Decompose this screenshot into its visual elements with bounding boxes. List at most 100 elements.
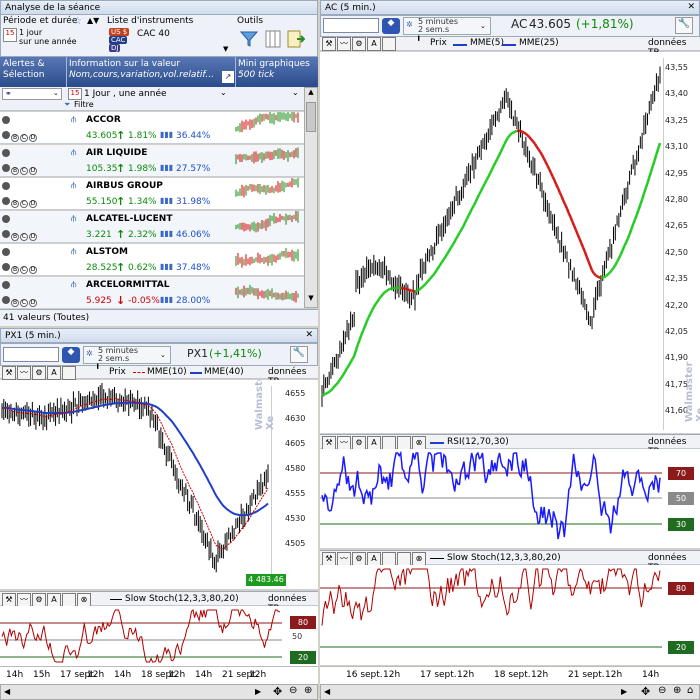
instrument-name[interactable]: AIRBUS GROUP <box>86 181 163 191</box>
table-row[interactable]: BCD ⫛ ACCOR 43.605 ↑ 1.81% ▮▮▮ 36.44% <box>0 112 304 144</box>
instrument-name[interactable]: AIR LIQUIDE <box>86 148 147 158</box>
cube-icon[interactable]: ◆ <box>382 18 400 34</box>
ema-segment <box>556 187 562 194</box>
abcd-icons[interactable]: BCD <box>2 164 38 175</box>
filter-icon[interactable]: ⏷ <box>64 100 70 110</box>
alerts-column-header[interactable]: Alertes & Sélection <box>3 59 45 81</box>
abcd-icons[interactable]: BCD <box>2 263 38 274</box>
scroll-left-icon[interactable]: ◀ <box>4 687 10 696</box>
ac-price-chart[interactable]: 43,55 43,40 43,25 43,10 42,95 42,80 42,65 42,50… <box>320 52 700 433</box>
alert-icons[interactable] <box>2 248 11 259</box>
chart-icon[interactable]: ⫛ <box>71 115 76 125</box>
mini-chart[interactable] <box>234 277 304 308</box>
zoom-in-icon[interactable]: ⊕ <box>304 685 312 696</box>
px1-tool-icons[interactable]: ⚒ 〰 ⚙ A <box>2 366 77 380</box>
ac-rsi-chart[interactable]: 70 50 30 <box>320 449 700 548</box>
ac-interval-dropdown[interactable]: ✲ 5 minutes 2 sem.s ⌄ <box>403 17 491 35</box>
ac-rsi-tool-icons[interactable]: ⚒ 〰 ⚙ A ⊗ <box>322 436 427 450</box>
px1-scrollbar[interactable]: ◀ ▶ ✥ ⊖ ⊕ <box>0 684 318 700</box>
px1-stoch-label: Slow Stoch(12,3,3,80,20) <box>125 594 239 604</box>
mini-chart[interactable] <box>234 210 304 243</box>
chevron-down-icon[interactable]: ⌄ <box>220 88 227 97</box>
wrench-icon[interactable]: 🔧 <box>290 346 308 363</box>
calendar-icon[interactable]: 15 <box>3 28 17 42</box>
scroll-up-icon[interactable]: ▲ <box>305 88 317 100</box>
table-row[interactable]: BCD ⫛ ALSTOM 28.525 ↑ 0.62% ▮▮▮ 37.48% <box>0 244 304 276</box>
ac-tool-icons[interactable]: ⚒ 〰 ⚙ A <box>322 37 397 51</box>
star-icon[interactable]: ☆ <box>73 16 82 27</box>
cube-icon[interactable]: ◆ <box>62 347 80 363</box>
scroll-thumb[interactable] <box>306 102 316 132</box>
ema-segment <box>442 256 447 261</box>
ac-stoch-chart[interactable]: 80 20 <box>320 565 700 665</box>
chart-icon[interactable]: ⫛ <box>71 214 76 224</box>
list-scrollbar[interactable]: ▲ ▼ <box>304 87 318 308</box>
px1-stoch-chart[interactable]: 80 50 20 <box>0 606 318 666</box>
scroll-down-icon[interactable]: ▼ <box>305 294 317 306</box>
alert-icons[interactable] <box>2 281 11 292</box>
instrument-name[interactable]: ALCATEL-LUCENT <box>86 214 172 224</box>
px1-interval-dropdown[interactable]: ✲ 5 minutes 2 sem.s ⌄ <box>83 346 171 364</box>
table-row[interactable]: BCD ⫛ AIRBUS GROUP 55.150 ↑ 1.34% ▮▮▮ 31… <box>0 176 304 210</box>
chevron-down-icon[interactable]: ⌄ <box>292 88 299 97</box>
close-icon[interactable]: ✕ <box>687 1 695 13</box>
rsi-level-30: 30 <box>668 518 694 531</box>
mini-chart[interactable] <box>234 244 304 276</box>
info-column-header[interactable]: Information sur la valeur Nom,cours,vari… <box>69 59 214 81</box>
mini-chart[interactable] <box>234 112 304 144</box>
ac-symbol-input[interactable] <box>323 18 379 33</box>
funnel-icon[interactable] <box>239 29 259 52</box>
chart-icon[interactable]: ⫛ <box>71 247 76 257</box>
mini-chart[interactable] <box>234 145 304 177</box>
chart-icon[interactable]: ⫛ <box>71 280 76 290</box>
home-icon[interactable]: ⌂ <box>687 685 693 696</box>
instrument-name[interactable]: ARCELORMITTAL <box>86 280 169 290</box>
list-dropdown-icon[interactable]: ▼ <box>223 45 228 53</box>
period-value[interactable]: 1 jour sur une année <box>19 28 77 46</box>
chart-icon[interactable]: ⫛ <box>71 181 76 191</box>
scroll-right-icon[interactable]: ▶ <box>621 687 627 696</box>
abcd-icons[interactable]: BCD <box>2 197 38 208</box>
ema-segment <box>485 176 490 181</box>
export-icon[interactable] <box>287 29 306 52</box>
pan-icon[interactable]: ✥ <box>641 685 650 698</box>
ac-scrollbar[interactable]: ◀ ▶ ✥ ⊖ ⊕ ⌂ <box>320 684 700 700</box>
scroll-left-icon[interactable]: ◀ <box>324 687 330 696</box>
filter-label[interactable]: Filtre <box>74 100 94 109</box>
ac-stoch-tool-icons[interactable]: ⚒ 〰 ⚙ A ⊗ <box>322 552 427 566</box>
table-row[interactable]: BCD ⫛ AIR LIQUIDE 105.35 ↑ 1.98% ▮▮▮ 27.… <box>0 145 304 177</box>
columns-icon[interactable] <box>265 29 281 52</box>
chart-icon[interactable]: ⫛ <box>71 148 76 158</box>
zoom-in-icon[interactable]: ⊕ <box>673 685 681 696</box>
alert-filter-dropdown[interactable]: ⚭ ⌄ <box>2 88 62 100</box>
zoom-out-icon[interactable]: ⊖ <box>658 685 666 696</box>
px1-stoch-tool-icons[interactable]: ⚒ 〰 ⚙ A ⊗ <box>2 593 92 607</box>
alert-icons[interactable] <box>2 116 11 127</box>
close-icon[interactable]: ✕ <box>305 329 313 341</box>
zoom-out-icon[interactable]: ⊖ <box>289 685 297 696</box>
alert-icons[interactable] <box>2 182 11 193</box>
instrument-name[interactable]: ACCOR <box>86 115 121 125</box>
period-filter[interactable]: 1 Jour , une année <box>84 89 167 99</box>
alert-icons[interactable] <box>2 215 11 226</box>
sort-arrows-icon[interactable]: ▲▼ <box>87 16 99 25</box>
abcd-icons[interactable]: BCD <box>2 131 38 142</box>
instrument-list-value[interactable]: CAC 40 <box>137 29 170 39</box>
alerts-header-line2: Sélection <box>3 70 45 80</box>
instrument-change: 2.32% <box>128 230 157 240</box>
px1-price-chart[interactable]: 4655 4630 4605 4580 4555 4530 4505 Walmaster X… <box>0 380 318 589</box>
scroll-right-icon[interactable]: ▶ <box>255 687 261 696</box>
alert-icons[interactable] <box>2 149 11 160</box>
pan-icon[interactable]: ✥ <box>273 685 282 698</box>
mini-charts-column-header[interactable]: Mini graphiques 500 tick <box>238 59 310 81</box>
wrench-icon[interactable]: 🔧 <box>675 17 693 34</box>
mini-chart[interactable] <box>234 176 304 210</box>
abcd-icons[interactable]: BCD <box>2 296 38 307</box>
table-row[interactable]: BCD ⫛ ARCELORMITTAL 5.925 ↓ -0.05% ▮▮▮ 2… <box>0 277 304 308</box>
expand-icon[interactable]: ↗ <box>222 71 234 83</box>
table-row[interactable]: BCD ⫛ ALCATEL-LUCENT 3.221 ↑ 2.32% ▮▮▮ 4… <box>0 210 304 243</box>
ema-segment <box>640 193 646 200</box>
px1-symbol-input[interactable] <box>3 347 59 362</box>
instrument-name[interactable]: ALSTOM <box>86 247 128 257</box>
abcd-icons[interactable]: BCD <box>2 230 38 241</box>
